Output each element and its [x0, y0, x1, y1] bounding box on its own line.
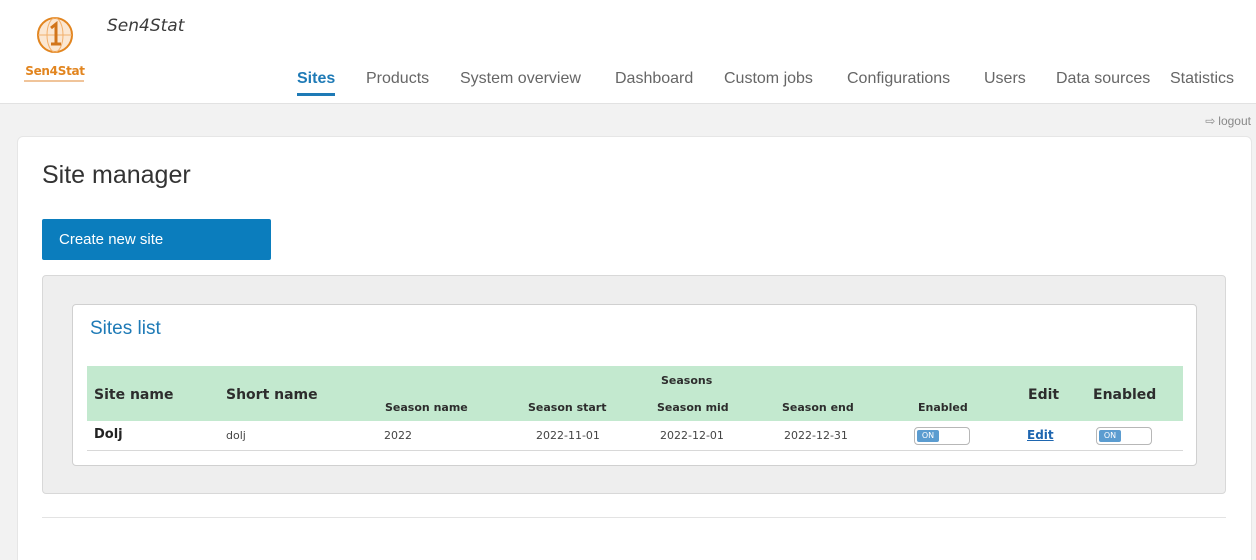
col-seasons: Seasons	[661, 374, 713, 387]
logo-globe-icon	[37, 17, 73, 53]
active-tab-indicator	[297, 93, 336, 96]
col-site-name: Site name	[94, 387, 174, 403]
nav-custom-jobs[interactable]: Custom jobs	[724, 70, 813, 88]
cell-season-mid: 2022-12-01	[660, 429, 724, 442]
edit-site-link[interactable]: Edit	[1027, 428, 1054, 442]
col-season-start: Season start	[528, 401, 607, 414]
app-name: Sen4Stat	[107, 16, 185, 36]
create-new-site-button[interactable]: Create new site	[42, 219, 271, 260]
nav-label: Sites	[297, 70, 336, 87]
nav-statistics[interactable]: Statistics	[1170, 70, 1234, 88]
col-season-name: Season name	[385, 401, 468, 414]
table-row	[87, 421, 1183, 451]
cell-season-start: 2022-11-01	[536, 429, 600, 442]
nav-products[interactable]: Products	[366, 70, 429, 88]
col-short-name: Short name	[226, 387, 318, 403]
logout-icon: ⇨	[1205, 114, 1216, 128]
cell-season-end: 2022-12-31	[784, 429, 848, 442]
nav-configurations[interactable]: Configurations	[847, 70, 950, 88]
col-enabled: Enabled	[1093, 387, 1157, 403]
divider	[42, 517, 1226, 518]
cell-site-name: Dolj	[94, 427, 123, 442]
col-season-end: Season end	[782, 401, 854, 414]
header: Sen4Stat Sen4Stat Sites Products System …	[0, 0, 1256, 104]
col-season-enabled: Enabled	[918, 401, 968, 414]
logout-label: logout	[1218, 114, 1251, 128]
nav-system-overview[interactable]: System overview	[460, 70, 581, 88]
main-nav: Sites Products System overview Dashboard…	[0, 70, 1256, 100]
nav-sites[interactable]: Sites	[297, 70, 336, 96]
nav-data-sources[interactable]: Data sources	[1056, 70, 1150, 88]
toggle-on-label: ON	[917, 430, 939, 442]
page-title: Site manager	[42, 161, 191, 189]
season-enabled-toggle[interactable]: ON	[914, 427, 970, 445]
site-enabled-toggle[interactable]: ON	[1096, 427, 1152, 445]
cell-short-name: dolj	[226, 429, 246, 442]
col-season-mid: Season mid	[657, 401, 729, 414]
toggle-on-label: ON	[1099, 430, 1121, 442]
nav-users[interactable]: Users	[984, 70, 1026, 88]
col-edit: Edit	[1028, 387, 1060, 403]
sites-list-title: Sites list	[90, 318, 161, 339]
logout-link[interactable]: ⇨ logout	[1205, 114, 1251, 128]
nav-dashboard[interactable]: Dashboard	[615, 70, 693, 88]
cell-season-name: 2022	[384, 429, 412, 442]
